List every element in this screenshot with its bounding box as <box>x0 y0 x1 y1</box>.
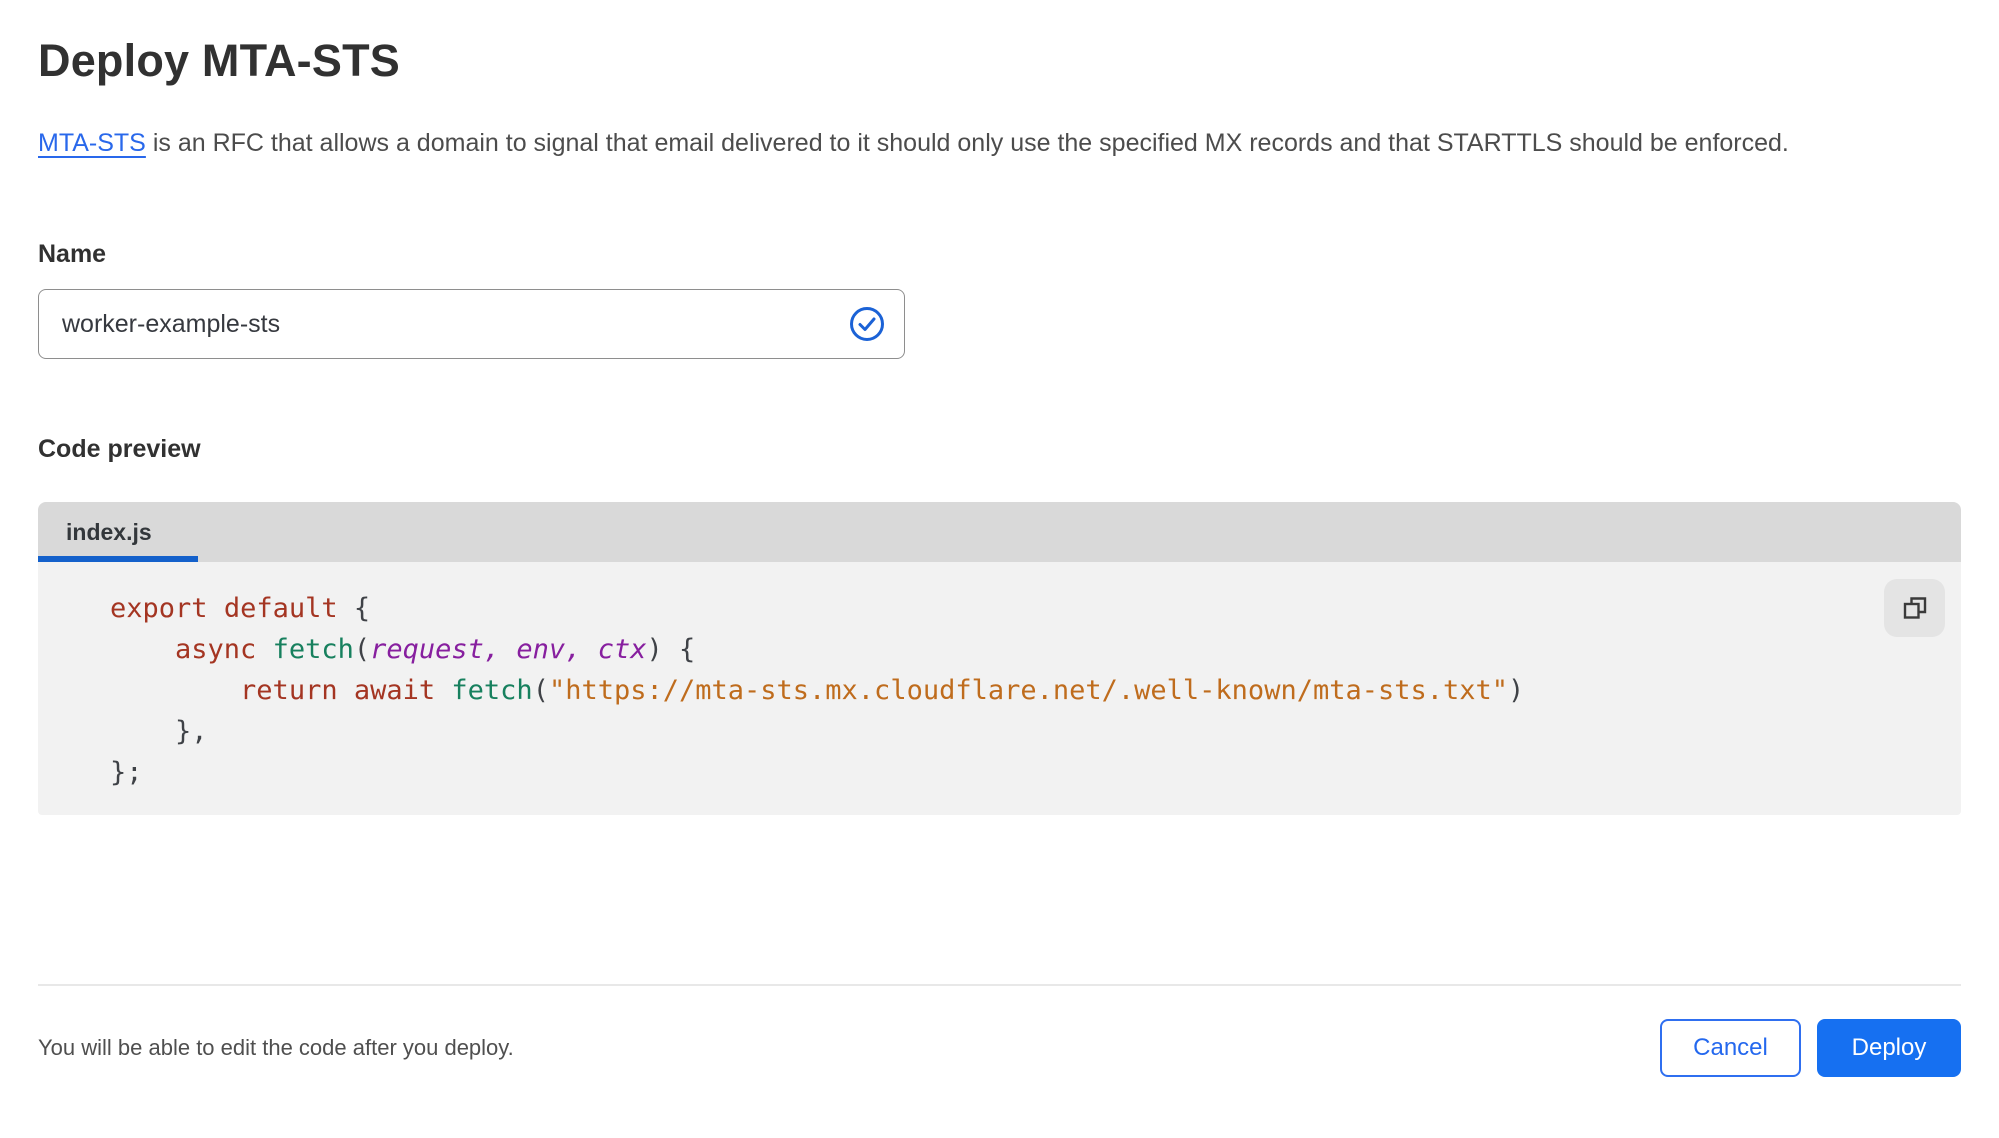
code-tab-bar: index.js <box>38 502 1961 562</box>
code-block: export default { async fetch(request, en… <box>110 593 1525 788</box>
tab-index-js[interactable]: index.js <box>38 502 198 562</box>
check-circle-icon <box>850 307 884 341</box>
deploy-mta-sts-page: Deploy MTA-STS MTA-STS is an RFC that al… <box>0 0 1999 815</box>
description: MTA-STS is an RFC that allows a domain t… <box>38 120 1948 166</box>
footer: You will be able to edit the code after … <box>38 1019 1961 1077</box>
tab-label: index.js <box>66 518 152 545</box>
code-preview-label: Code preview <box>38 435 201 463</box>
name-input[interactable] <box>38 289 905 359</box>
deploy-button[interactable]: Deploy <box>1817 1019 1961 1077</box>
name-input-wrap <box>38 289 905 359</box>
page-title: Deploy MTA-STS <box>38 35 400 86</box>
code-area: export default { async fetch(request, en… <box>38 562 1961 815</box>
cancel-button[interactable]: Cancel <box>1660 1019 1801 1077</box>
description-text: is an RFC that allows a domain to signal… <box>145 129 1789 157</box>
footer-actions: Cancel Deploy <box>1660 1019 1961 1077</box>
mta-sts-link[interactable]: MTA-STS <box>38 129 146 157</box>
copy-icon <box>1903 597 1926 619</box>
name-label: Name <box>38 240 107 268</box>
copy-code-button[interactable] <box>1884 579 1945 637</box>
code-preview-card: index.js export default { async fetch(re… <box>38 502 1961 815</box>
footer-divider <box>38 984 1961 986</box>
footer-note: You will be able to edit the code after … <box>38 1035 514 1060</box>
